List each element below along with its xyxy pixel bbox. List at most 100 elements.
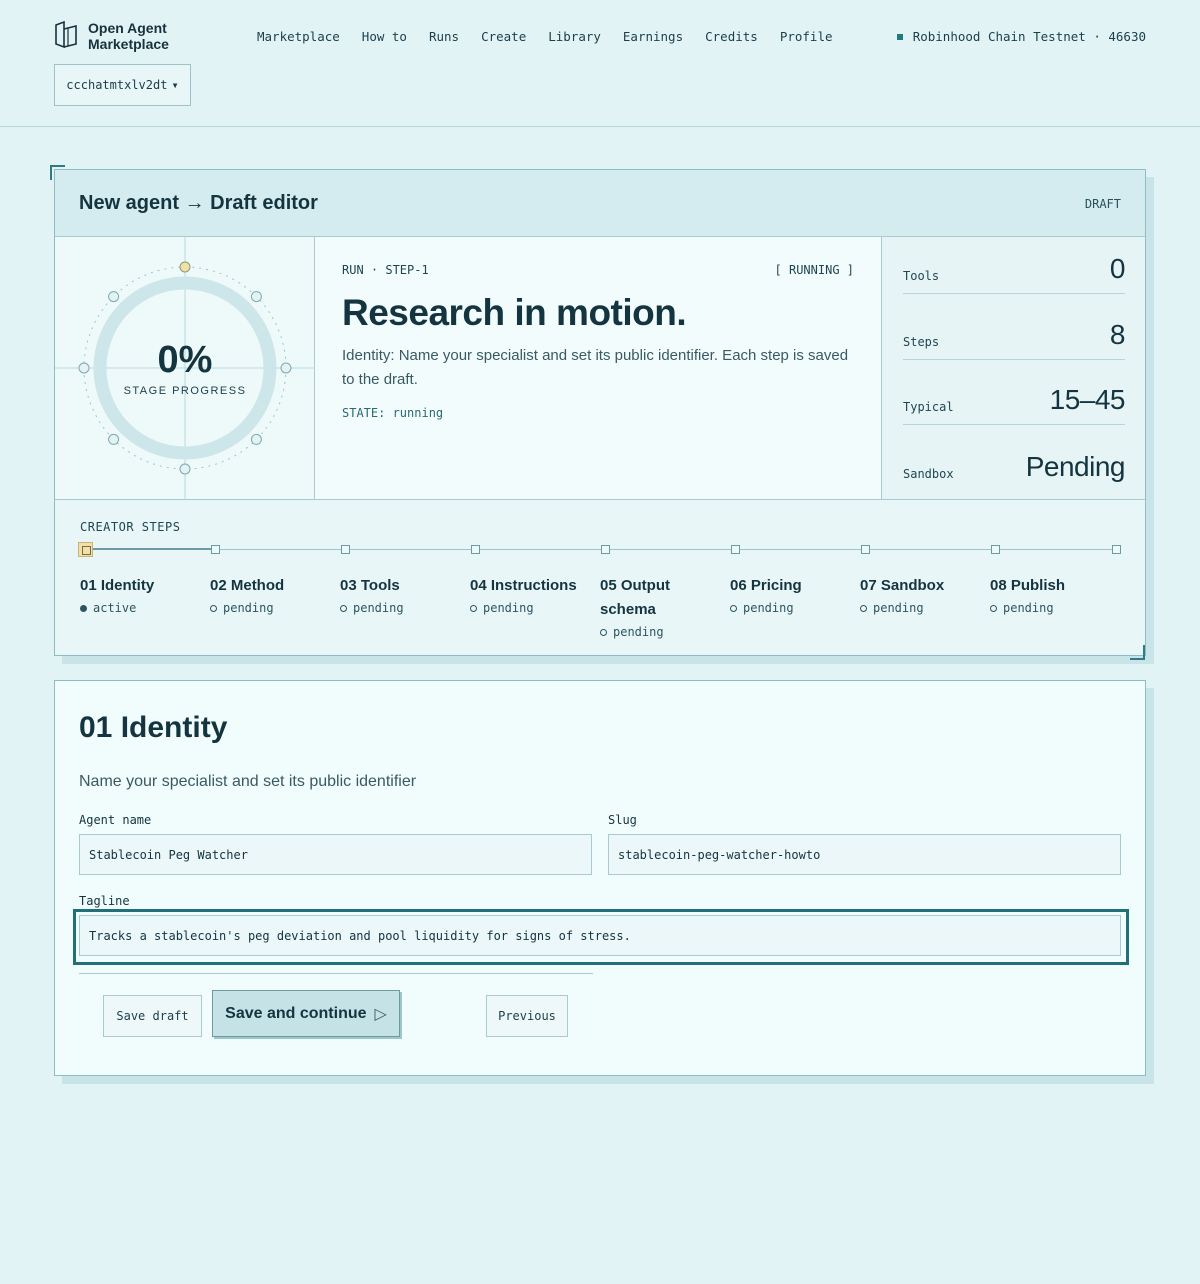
- pending-dot-icon: [730, 604, 737, 612]
- step-status-text: pending: [873, 601, 924, 615]
- logo-line-2: Marketplace: [88, 36, 169, 52]
- pending-dot-icon: [470, 604, 477, 612]
- stat-key: Sandbox: [903, 467, 954, 481]
- active-dot-icon: [80, 604, 87, 612]
- step-status: pending: [210, 601, 335, 615]
- step-status-text: pending: [353, 601, 404, 615]
- step-status: active: [80, 601, 205, 615]
- draft-editor-panel: New agent → Draft editor DRAFT 0% STAGE …: [54, 169, 1146, 656]
- slug-input[interactable]: stablecoin-peg-watcher-howto: [608, 834, 1121, 875]
- steps-track-progress: [85, 548, 215, 550]
- logo-mark-icon: [55, 20, 77, 49]
- tagline-label: Tagline: [79, 894, 130, 908]
- creator-steps: CREATOR STEPS 01 Identity active 02 Meth…: [55, 499, 1145, 655]
- save-draft-button[interactable]: Save draft: [103, 995, 202, 1037]
- slug-label: Slug: [608, 813, 637, 827]
- top-header: Open Agent Marketplace Marketplace How t…: [0, 0, 1200, 127]
- step-node[interactable]: [341, 545, 350, 554]
- step-node[interactable]: [471, 545, 480, 554]
- step-status-text: pending: [613, 625, 664, 639]
- nav-marketplace[interactable]: Marketplace: [257, 29, 340, 44]
- step-status: pending: [730, 601, 855, 615]
- tagline-input[interactable]: Tracks a stablecoin's peg deviation and …: [79, 915, 1121, 956]
- step-status: pending: [600, 625, 710, 639]
- step-status-text: active: [93, 601, 137, 615]
- pending-dot-icon: [860, 604, 867, 612]
- stat-sandbox: Sandbox Pending: [903, 434, 1126, 491]
- step-name: 08 Publish: [990, 577, 1066, 594]
- step-status: pending: [470, 601, 595, 615]
- step-name: 07 Sandbox: [860, 577, 945, 594]
- step-output-schema[interactable]: 05 Output schema pending: [600, 574, 710, 639]
- step-tools[interactable]: 03 Tools pending: [340, 574, 465, 615]
- step-node[interactable]: [731, 545, 740, 554]
- logo-text: Open Agent Marketplace: [88, 20, 169, 52]
- step-status-text: pending: [223, 601, 274, 615]
- step-instructions[interactable]: 04 Instructions pending: [470, 574, 595, 615]
- nav-library[interactable]: Library: [548, 29, 601, 44]
- identity-form-panel: 01 Identity Name your specialist and set…: [54, 680, 1146, 1076]
- network-indicator: Robinhood Chain Testnet · 46630: [896, 29, 1146, 44]
- stat-value: Pending: [1025, 451, 1126, 482]
- stat-key: Tools: [903, 269, 940, 283]
- previous-button[interactable]: Previous: [486, 995, 568, 1037]
- stat-steps: Steps 8: [903, 303, 1126, 360]
- progress-label: STAGE PROGRESS: [123, 385, 247, 397]
- form-divider: [79, 973, 593, 974]
- step-node[interactable]: [991, 545, 1000, 554]
- stat-key: Typical: [903, 400, 954, 414]
- chevron-down-icon: ▾: [171, 78, 179, 92]
- nav-profile[interactable]: Profile: [780, 29, 833, 44]
- step-method[interactable]: 02 Method pending: [210, 574, 335, 615]
- corner-bracket-bottom-right: [1130, 645, 1145, 660]
- progress-ring-box: 0% STAGE PROGRESS: [55, 237, 315, 499]
- nav-runs[interactable]: Runs: [429, 29, 459, 44]
- step-sandbox[interactable]: 07 Sandbox pending: [860, 574, 985, 615]
- step-node[interactable]: [211, 545, 220, 554]
- play-arrow-icon: ▷: [374, 1005, 387, 1023]
- pending-dot-icon: [340, 604, 347, 612]
- logo[interactable]: Open Agent Marketplace: [54, 20, 169, 52]
- step-node[interactable]: [861, 545, 870, 554]
- step-name: 03 Tools: [340, 577, 400, 594]
- nav-how-to[interactable]: How to: [362, 29, 407, 44]
- step-status-text: pending: [743, 601, 794, 615]
- pending-dot-icon: [600, 628, 607, 636]
- draft-badge: DRAFT: [1084, 197, 1121, 211]
- main-nav: Marketplace How to Runs Create Library E…: [257, 29, 833, 44]
- stat-tools: Tools 0: [903, 237, 1126, 294]
- pending-dot-icon: [210, 604, 217, 612]
- step-status: pending: [990, 601, 1115, 615]
- step-node-active[interactable]: [78, 542, 93, 557]
- run-summary: RUN · STEP-1 [ RUNNING ] Research in mot…: [315, 237, 881, 499]
- logo-line-1: Open Agent: [88, 20, 167, 36]
- account-dropdown[interactable]: ccchatmtxlv2dt ▾: [54, 64, 191, 106]
- nav-credits[interactable]: Credits: [705, 29, 758, 44]
- step-name: 05 Output schema: [600, 577, 670, 618]
- step-identity[interactable]: 01 Identity active: [80, 574, 205, 615]
- run-state: STATE: running: [342, 406, 444, 420]
- stat-value: 8: [1109, 319, 1126, 350]
- nav-create[interactable]: Create: [481, 29, 526, 44]
- agent-name-input[interactable]: Stablecoin Peg Watcher: [79, 834, 592, 875]
- stat-key: Steps: [903, 335, 940, 349]
- step-pricing[interactable]: 06 Pricing pending: [730, 574, 855, 615]
- run-step-label: RUN · STEP-1: [342, 263, 429, 277]
- run-status-badge: [ RUNNING ]: [774, 263, 854, 277]
- editor-title: New agent → Draft editor: [79, 192, 318, 214]
- save-and-continue-label: Save and continue: [225, 1004, 367, 1022]
- save-and-continue-button[interactable]: Save and continue ▷: [212, 990, 400, 1037]
- form-subtitle: Name your specialist and set its public …: [79, 773, 417, 790]
- account-name: ccchatmtxlv2dt: [66, 78, 168, 92]
- step-status-text: pending: [483, 601, 534, 615]
- step-node-end: [1112, 545, 1121, 554]
- step-publish[interactable]: 08 Publish pending: [990, 574, 1115, 615]
- step-name: 04 Instructions: [470, 577, 577, 594]
- form-title: 01 Identity: [79, 711, 228, 744]
- editor-header: New agent → Draft editor DRAFT: [55, 170, 1145, 237]
- stat-value: 0: [1109, 253, 1126, 284]
- nav-earnings[interactable]: Earnings: [623, 29, 683, 44]
- creator-steps-title: CREATOR STEPS: [80, 520, 181, 534]
- step-node[interactable]: [601, 545, 610, 554]
- step-status: pending: [340, 601, 465, 615]
